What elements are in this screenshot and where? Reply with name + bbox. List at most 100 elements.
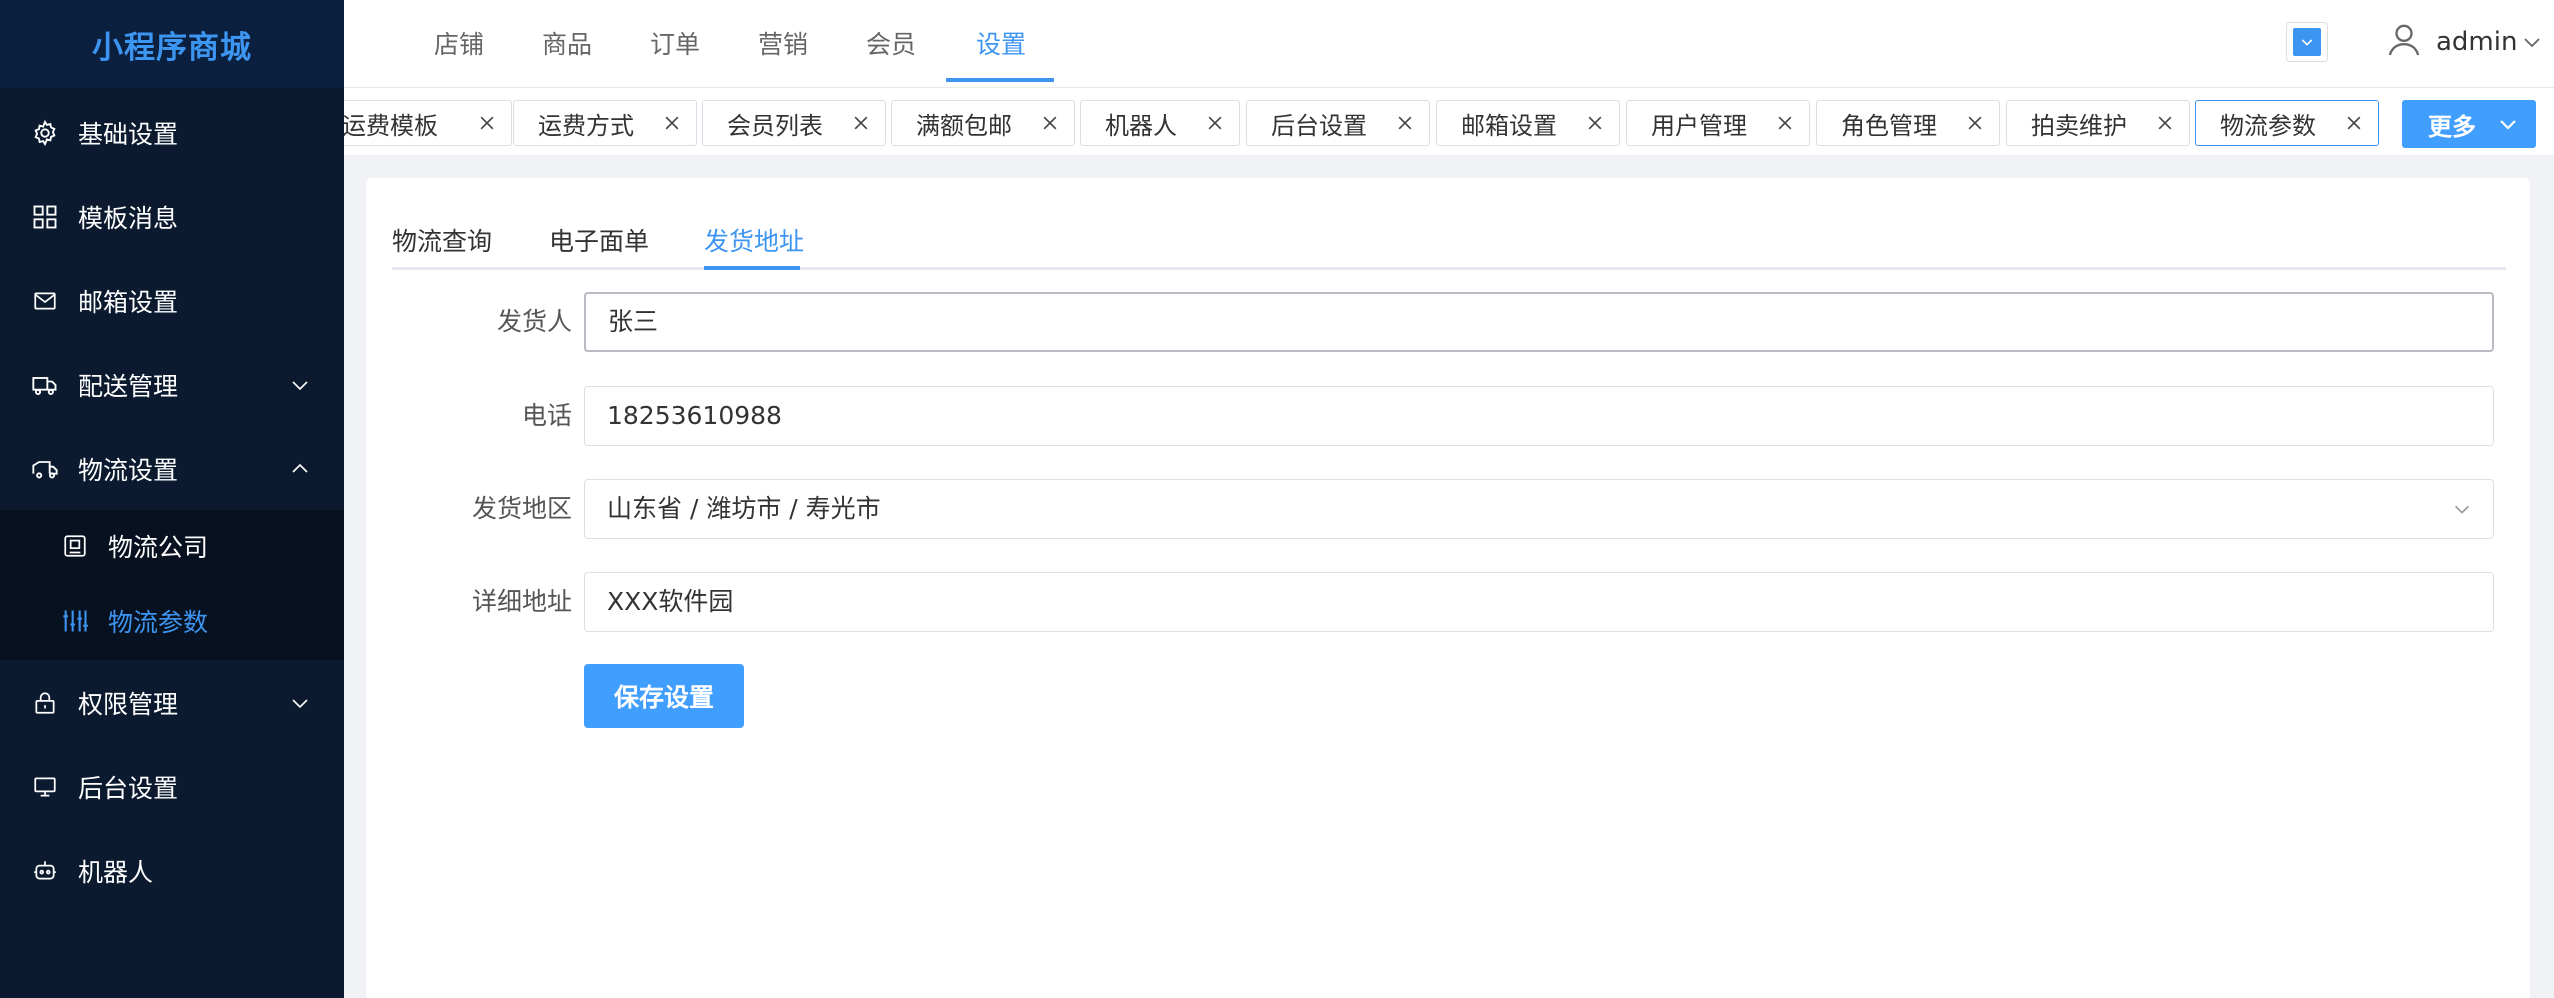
tag-label: 机器人 bbox=[1105, 111, 1177, 140]
tag-label: 用户管理 bbox=[1651, 111, 1747, 140]
username[interactable]: admin bbox=[2436, 22, 2517, 62]
more-label: 更多 bbox=[2428, 112, 2476, 141]
phone-input[interactable]: 18253610988 bbox=[584, 386, 2494, 446]
sidebar-subitem-logistics-company[interactable]: 物流公司 bbox=[0, 508, 344, 583]
top-navbar: 店铺 商品 订单 营销 会员 设置 admin bbox=[344, 0, 2554, 88]
tab-products[interactable]: 商品 bbox=[542, 0, 592, 85]
address-input[interactable]: XXX软件园 bbox=[584, 572, 2494, 632]
tag-user-management[interactable]: 用户管理 bbox=[1626, 100, 1810, 146]
tag-label: 会员列表 bbox=[727, 111, 823, 140]
subtab-logistics-query[interactable]: 物流查询 bbox=[392, 222, 492, 262]
gear-icon bbox=[30, 118, 60, 148]
sidebar: 小程序商城 基础设置 模板消息 邮箱设置 配送管理 物流设置 物流公司 物流参数… bbox=[0, 0, 344, 998]
sidebar-item-label: 后台设置 bbox=[78, 774, 179, 803]
close-icon[interactable] bbox=[1585, 113, 1605, 133]
tag-label: 运费方式 bbox=[538, 111, 634, 140]
robot-icon bbox=[30, 856, 60, 886]
close-icon[interactable] bbox=[1395, 113, 1415, 133]
sender-label: 发货人 bbox=[496, 307, 572, 336]
tag-shipping-template[interactable]: 运费模板 bbox=[344, 100, 512, 146]
sliders-icon bbox=[60, 606, 90, 636]
tag-label: 运费模板 bbox=[344, 111, 438, 140]
sidebar-item-label: 邮箱设置 bbox=[78, 288, 179, 317]
sidebar-subitem-label: 物流参数 bbox=[108, 607, 209, 637]
close-icon[interactable] bbox=[2344, 113, 2364, 133]
region-select[interactable]: 山东省 / 潍坊市 / 寿光市 bbox=[584, 479, 2494, 539]
subtab-shipping-address[interactable]: 发货地址 bbox=[704, 222, 804, 262]
sidebar-item-permissions[interactable]: 权限管理 bbox=[0, 661, 344, 745]
tab-orders[interactable]: 订单 bbox=[650, 0, 700, 85]
chevron-up-icon bbox=[292, 463, 308, 473]
app-logo: 小程序商城 bbox=[0, 0, 344, 88]
sidebar-item-label: 基础设置 bbox=[78, 120, 179, 149]
sidebar-item-robot[interactable]: 机器人 bbox=[0, 829, 344, 913]
subtab-e-waybill[interactable]: 电子面单 bbox=[549, 222, 649, 262]
tag-label: 邮箱设置 bbox=[1461, 111, 1557, 140]
phone-label: 电话 bbox=[521, 401, 572, 430]
sidebar-item-label: 机器人 bbox=[78, 858, 154, 887]
close-icon[interactable] bbox=[662, 113, 682, 133]
company-icon bbox=[60, 531, 90, 561]
sidebar-item-logistics[interactable]: 物流设置 bbox=[0, 427, 344, 511]
tag-member-list[interactable]: 会员列表 bbox=[702, 100, 886, 146]
tag-role-management[interactable]: 角色管理 bbox=[1816, 100, 2000, 146]
more-tags-button[interactable]: 更多 bbox=[2402, 100, 2536, 148]
visited-tags-bar: 运费模板 运费方式 会员列表 满额包邮 机器人 后台设置 邮箱设置 用户管理 角… bbox=[344, 88, 2554, 156]
tag-robot[interactable]: 机器人 bbox=[1080, 100, 1240, 146]
close-icon[interactable] bbox=[1205, 113, 1225, 133]
form-row-address: 详细地址 XXX软件园 bbox=[366, 572, 2530, 632]
form-row-sender: 发货人 张三 bbox=[366, 292, 2530, 352]
tag-label: 后台设置 bbox=[1271, 111, 1367, 140]
tab-marketing[interactable]: 营销 bbox=[758, 0, 808, 85]
tag-free-shipping[interactable]: 满额包邮 bbox=[891, 100, 1075, 146]
form-row-phone: 电话 18253610988 bbox=[366, 386, 2530, 446]
save-settings-button[interactable]: 保存设置 bbox=[584, 664, 744, 728]
sender-input[interactable]: 张三 bbox=[584, 292, 2494, 352]
tag-label: 拍卖维护 bbox=[2031, 111, 2127, 140]
chevron-down-icon bbox=[2293, 28, 2321, 56]
close-icon[interactable] bbox=[1775, 113, 1795, 133]
van-icon bbox=[30, 454, 60, 484]
tab-settings[interactable]: 设置 bbox=[976, 0, 1026, 85]
tag-auction-maintenance[interactable]: 拍卖维护 bbox=[2006, 100, 2190, 146]
close-icon[interactable] bbox=[851, 113, 871, 133]
form-row-region: 发货地区 山东省 / 潍坊市 / 寿光市 bbox=[366, 479, 2530, 539]
chevron-down-icon bbox=[2500, 120, 2516, 130]
chevron-down-icon bbox=[292, 381, 308, 391]
close-icon[interactable] bbox=[1965, 113, 1985, 133]
lock-icon bbox=[30, 688, 60, 718]
sidebar-subitem-logistics-params[interactable]: 物流参数 bbox=[0, 583, 344, 658]
sidebar-item-label: 配送管理 bbox=[78, 372, 179, 401]
tab-members[interactable]: 会员 bbox=[866, 0, 916, 85]
sidebar-item-label: 模板消息 bbox=[78, 204, 179, 233]
chevron-down-icon[interactable] bbox=[2520, 30, 2544, 54]
theme-toggle-button[interactable] bbox=[2286, 22, 2328, 62]
sidebar-item-delivery[interactable]: 配送管理 bbox=[0, 343, 344, 427]
chevron-down-icon bbox=[2454, 505, 2470, 514]
sidebar-item-label: 权限管理 bbox=[78, 690, 179, 719]
sidebar-subitem-label: 物流公司 bbox=[108, 532, 209, 562]
tag-label: 满额包邮 bbox=[916, 111, 1012, 140]
sidebar-item-label: 物流设置 bbox=[78, 456, 179, 485]
tag-mail-settings[interactable]: 邮箱设置 bbox=[1436, 100, 1620, 146]
close-icon[interactable] bbox=[477, 113, 497, 133]
content-card: 物流查询 电子面单 发货地址 发货人 张三 电话 18253610988 发货地… bbox=[366, 178, 2530, 998]
tag-label: 物流参数 bbox=[2220, 111, 2316, 140]
active-subtab-indicator bbox=[704, 266, 800, 270]
sidebar-item-template-messages[interactable]: 模板消息 bbox=[0, 175, 344, 259]
close-icon[interactable] bbox=[2155, 113, 2175, 133]
mail-icon bbox=[30, 286, 60, 316]
chevron-down-icon bbox=[292, 699, 308, 709]
sidebar-item-basic-settings[interactable]: 基础设置 bbox=[0, 91, 344, 175]
grid-icon bbox=[30, 202, 60, 232]
tag-logistics-params[interactable]: 物流参数 bbox=[2195, 100, 2379, 146]
tab-shop[interactable]: 店铺 bbox=[434, 0, 484, 85]
tag-admin-settings[interactable]: 后台设置 bbox=[1246, 100, 1430, 146]
monitor-icon bbox=[30, 772, 60, 802]
sidebar-item-admin-settings[interactable]: 后台设置 bbox=[0, 745, 344, 829]
close-icon[interactable] bbox=[1040, 113, 1060, 133]
user-avatar-icon[interactable] bbox=[2384, 20, 2424, 60]
address-label: 详细地址 bbox=[471, 587, 572, 616]
tag-shipping-method[interactable]: 运费方式 bbox=[513, 100, 697, 146]
sidebar-item-mail-settings[interactable]: 邮箱设置 bbox=[0, 259, 344, 343]
